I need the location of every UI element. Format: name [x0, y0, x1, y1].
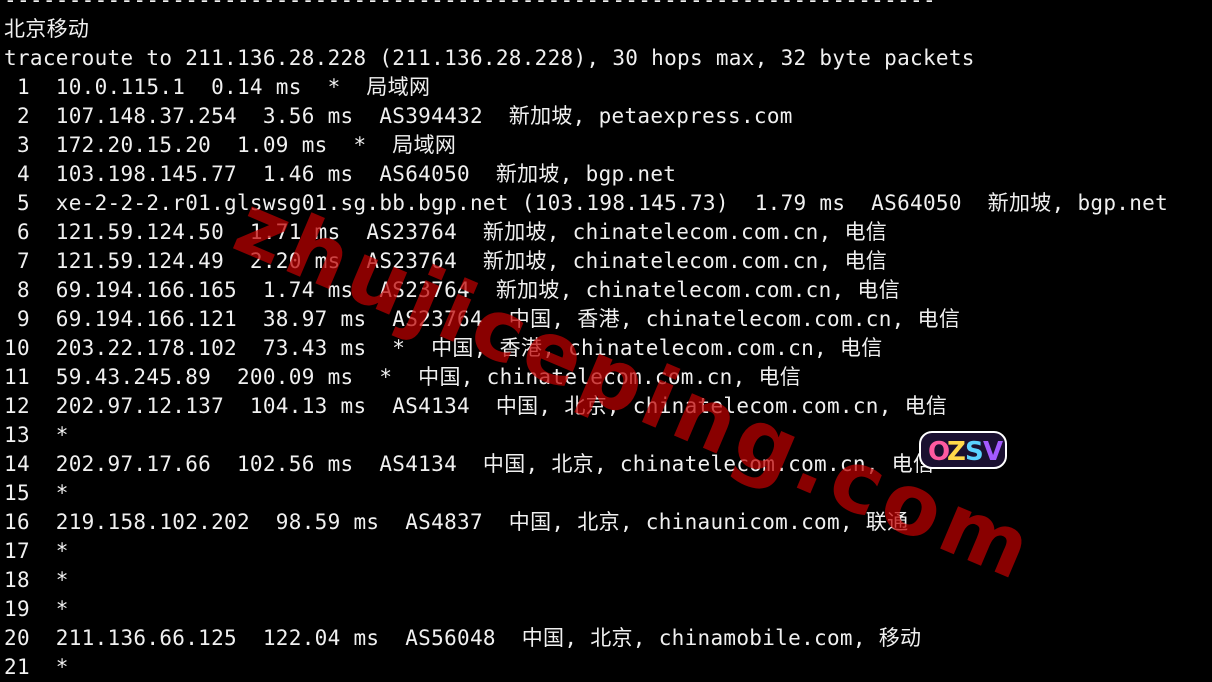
hop-line-21: 21 *	[4, 655, 69, 679]
separator-line: ----------------------------------------…	[4, 0, 936, 12]
hop-line-18: 18 *	[4, 568, 69, 592]
hop-line-9: 9 69.194.166.121 38.97 ms AS23764 中国, 香港…	[4, 307, 961, 331]
hop-line-7: 7 121.59.124.49 2.20 ms AS23764 新加坡, chi…	[4, 249, 888, 273]
hop-line-17: 17 *	[4, 539, 69, 563]
hop-line-20: 20 211.136.66.125 122.04 ms AS56048 中国, …	[4, 626, 922, 650]
hop-line-10: 10 203.22.178.102 73.43 ms * 中国, 香港, chi…	[4, 336, 883, 360]
hop-line-11: 11 59.43.245.89 200.09 ms * 中国, chinatel…	[4, 365, 802, 389]
hop-line-15: 15 *	[4, 481, 69, 505]
terminal-window[interactable]: ----------------------------------------…	[4, 0, 1210, 682]
hop-line-12: 12 202.97.12.137 104.13 ms AS4134 中国, 北京…	[4, 394, 948, 418]
hop-line-6: 6 121.59.124.50 1.71 ms AS23764 新加坡, chi…	[4, 220, 888, 244]
hop-line-4: 4 103.198.145.77 1.46 ms AS64050 新加坡, bg…	[4, 162, 677, 186]
hop-line-8: 8 69.194.166.165 1.74 ms AS23764 新加坡, ch…	[4, 278, 901, 302]
hop-line-16: 16 219.158.102.202 98.59 ms AS4837 中国, 北…	[4, 510, 909, 534]
hop-line-14: 14 202.97.17.66 102.56 ms AS4134 中国, 北京,…	[4, 452, 935, 476]
section-title: 北京移动	[4, 17, 90, 41]
hop-line-5: 5 xe-2-2-2.r01.glswsg01.sg.bb.bgp.net (1…	[4, 191, 1169, 215]
hop-line-19: 19 *	[4, 597, 69, 621]
traceroute-command-header: traceroute to 211.136.28.228 (211.136.28…	[4, 46, 975, 70]
hop-line-13: 13 *	[4, 423, 69, 447]
hop-line-1: 1 10.0.115.1 0.14 ms * 局域网	[4, 75, 431, 99]
hop-line-3: 3 172.20.15.20 1.09 ms * 局域网	[4, 133, 457, 157]
hop-line-2: 2 107.148.37.254 3.56 ms AS394432 新加坡, p…	[4, 104, 793, 128]
